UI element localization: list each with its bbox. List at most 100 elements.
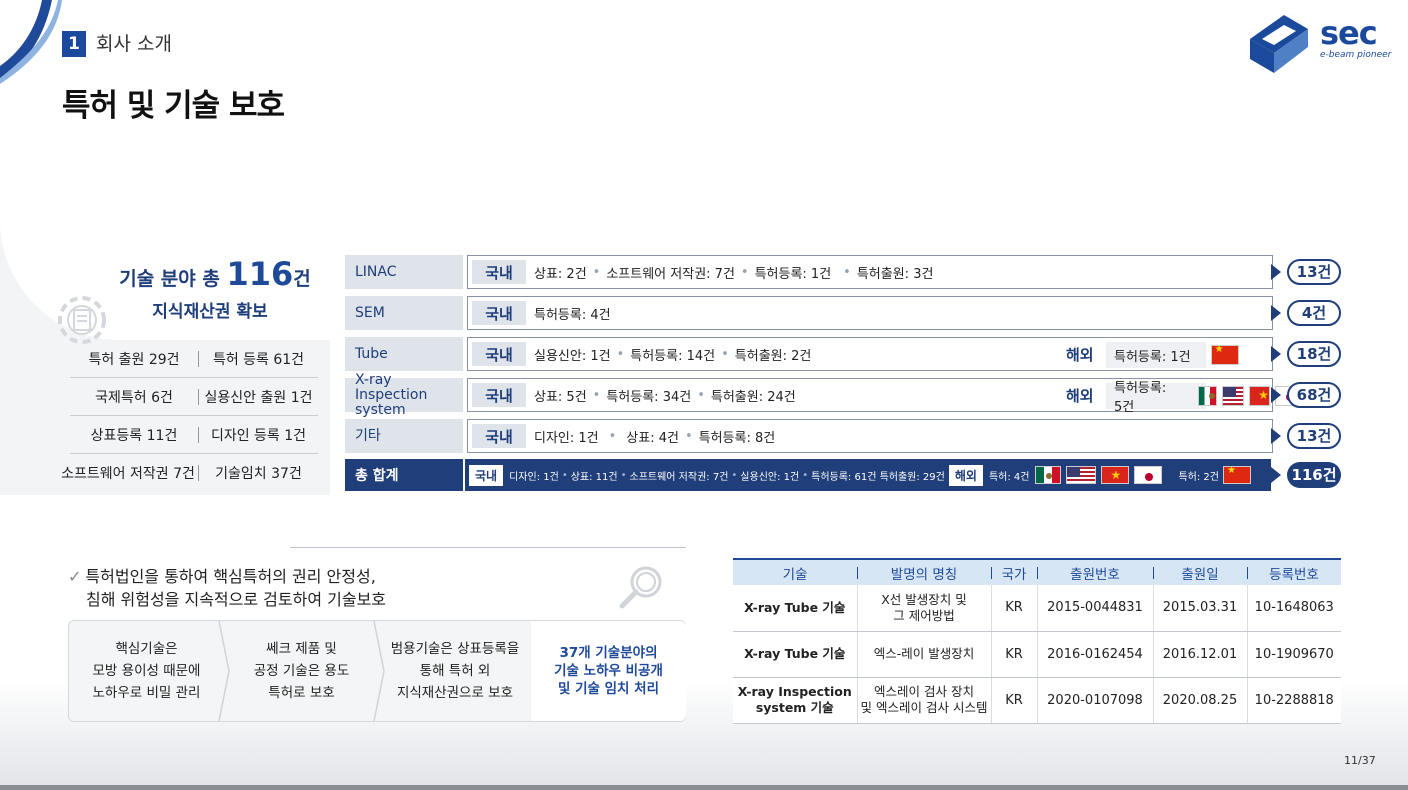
stat-cell: 디자인 등록 1건 — [210, 427, 307, 444]
column-header: 기술 — [733, 559, 857, 585]
stat-row: 국제특허 6건 실용신안 출원 1건 — [70, 378, 318, 416]
cell-app-no: 2020-0107098 — [1036, 677, 1153, 724]
domestic-badge: 국내 — [472, 424, 526, 448]
overseas-item-text: 특허등록: 5건 — [1114, 381, 1167, 415]
domestic-badge: 국내 — [469, 464, 504, 486]
item-text: 특허등록: 61건 특허출원: 29건 — [811, 471, 945, 483]
item-text: 특허등록: 14건 — [630, 348, 716, 364]
protection-card: 핵심기술은 모방 용이성 때문에 노하우로 비밀 관리 — [69, 621, 224, 721]
total-count-badge: 116건 — [1287, 462, 1341, 488]
cell-app-date: 2015.03.31 — [1152, 585, 1247, 632]
card-line: 노하우로 비밀 관리 — [92, 685, 201, 701]
card-line: 핵심기술은 — [115, 641, 178, 657]
category-name: LINAC — [345, 255, 463, 289]
protection-card: 쎄크 제품 및 공정 기술은 용도 특허로 보호 — [224, 621, 379, 721]
check-icon: ✓ — [68, 567, 82, 586]
section-tab-label: 보유특허와 기술보호 — [108, 520, 255, 540]
category-name: SEM — [345, 296, 463, 330]
overseas-item-text: 특허등록: 1건 — [1114, 349, 1191, 365]
cell-country: KR — [990, 677, 1037, 724]
total-name: 총 합계 — [345, 459, 463, 491]
highlight-line: 및 기술 임치 처리 — [557, 681, 660, 697]
stat-cell: 특허 출원 29건 — [88, 351, 180, 368]
table-row: X-ray Tube 기술 엑스-레이 발생장치 KR 2016-0162454… — [733, 631, 1341, 678]
stat-cell: 상표등록 11건 — [90, 427, 178, 444]
vietnam-flag-icon — [1249, 386, 1270, 406]
china-flag-icon — [1210, 344, 1239, 365]
arrow-icon — [1271, 346, 1281, 362]
magnifier-icon — [619, 566, 662, 609]
page-number: 11/37 — [1344, 754, 1376, 767]
cell-country: KR — [990, 631, 1037, 678]
overseas-item-text: 특허: 2건 — [1178, 471, 1219, 483]
highlight-card: 37개 기술분야의기술 노하우 비공개및 기술 임치 처리 — [531, 621, 686, 721]
invention-line: 및 엑스레이 검사 시스템 — [860, 700, 988, 715]
cell-reg-no: 10-1909670 — [1246, 631, 1341, 678]
overseas-label: 해외 — [1066, 387, 1094, 405]
cell-country: KR — [990, 585, 1037, 632]
category-row-xray: X-ray Inspection system 국내 상표: 5건 • 특허등록:… — [345, 372, 1341, 417]
highlight-line: 기술 노하우 비공개 — [554, 663, 663, 679]
cell-app-date: 2016.12.01 — [1152, 631, 1247, 678]
item-text: 상표: 2건 — [534, 266, 587, 282]
mexico-flag-icon — [1198, 386, 1218, 406]
highlight-line: 37개 기술분야의 — [559, 645, 658, 661]
arrow-icon — [1271, 428, 1281, 444]
stat-row: 특허 출원 29건 특허 등록 61건 — [70, 340, 318, 378]
invention-line: X선 발생장치 및 — [881, 591, 967, 607]
summary-subtitle: 지식재산권 확보 — [152, 302, 268, 322]
stat-cell: 국제특허 6건 — [95, 389, 173, 406]
cell-app-date: 2020.08.25 — [1152, 677, 1247, 724]
tech-line: system 기술 — [755, 700, 834, 715]
logo-text: sec — [1320, 14, 1378, 52]
overseas-badge: 해외 — [948, 464, 983, 486]
stat-row: 상표등록 11건 디자인 등록 1건 — [70, 416, 318, 454]
overseas-label: 해외 — [1066, 346, 1094, 364]
section-tab-label: 주요 기반기술별 핵심특허 내역 — [765, 520, 987, 540]
domestic-badge: 국내 — [472, 301, 526, 325]
corner-swoosh-decoration — [0, 0, 62, 84]
item-text: 실용신안: 1건 — [534, 348, 611, 364]
column-header: 출원일 — [1153, 559, 1247, 585]
invention-line: 엑스-레이 발생장치 — [873, 646, 975, 661]
item-text: 특허등록: 8건 — [698, 430, 776, 446]
domestic-badge: 국내 — [472, 260, 526, 284]
bottom-bar — [0, 785, 1408, 790]
section-tab-label: 보유특허와 권리성 — [108, 214, 240, 234]
item-text: 특허출원: 3건 — [856, 266, 934, 282]
section-tab-ip-rights: 보유특허와 권리성 — [68, 206, 294, 242]
category-name: Tube — [345, 337, 463, 371]
stat-grid: 특허 출원 29건 특허 등록 61건 국제특허 6건 실용신안 출원 1건 상표등… — [61, 340, 318, 492]
arrow-icon — [1271, 305, 1281, 321]
card-line: 공정 기술은 용도 — [253, 663, 350, 679]
category-details: 국내 특허등록: 4건 — [467, 296, 1273, 330]
summary-title: 기술 분야 총 116건 — [100, 255, 330, 293]
column-header: 출원번호 — [1037, 559, 1153, 585]
item-text: 특허출원: 24건 — [710, 389, 796, 405]
cell-reg-no: 10-1648063 — [1246, 585, 1341, 632]
patent-table: 기술 발명의 명칭 국가 출원번호 출원일 등록번호 X-ray Tube 기술… — [733, 558, 1341, 724]
overseas-items: 특허등록: 1건 — [1114, 338, 1244, 372]
invention-line: 그 제어방법 — [893, 607, 955, 623]
cell-reg-no: 10-2288818 — [1246, 677, 1341, 724]
protection-cards: 핵심기술은 모방 용이성 때문에 노하우로 비밀 관리 쎄크 제품 및 공정 기술은 … — [68, 620, 686, 722]
column-header: 국가 — [991, 559, 1037, 585]
item-text: 상표: 5건 — [534, 389, 587, 405]
table-row: X-ray Inspection system 기술 엑스레이 검사 장치 및 엑스… — [733, 677, 1341, 724]
card-line: 통해 특허 외 — [419, 663, 491, 679]
stat-cell: 실용신안 출원 1건 — [204, 389, 313, 406]
item-text: 상표: 4건 — [626, 430, 679, 446]
cell-tech: X-ray Tube 기술 — [733, 585, 857, 632]
section-tab-tech-protection: 보유특허와 기술보호 — [68, 512, 294, 548]
table-header-row: 기술 발명의 명칭 국가 출원번호 출원일 등록번호 — [733, 559, 1341, 585]
card-line: 범용기술은 상표등록을 — [390, 641, 520, 657]
cell-app-no: 2016-0162454 — [1036, 631, 1153, 678]
category-row-tube: Tube 국내 실용신안: 1건 • 특허등록: 14건 • 특허출원: 2건 해외… — [345, 337, 1341, 371]
item-text: 상표: 11건 — [570, 471, 618, 483]
summary-prefix: 기술 분야 총 — [119, 268, 220, 290]
category-name: X-ray Inspection system — [345, 372, 463, 417]
summary-number: 116 — [226, 255, 294, 293]
check-statement: ✓ 특허법인을 통하여 핵심특허의 권리 안정성, 침해 위험성을 지속적으로 검… — [68, 565, 386, 611]
usa-flag-icon — [1222, 386, 1245, 406]
summary-suffix: 건 — [293, 268, 311, 290]
